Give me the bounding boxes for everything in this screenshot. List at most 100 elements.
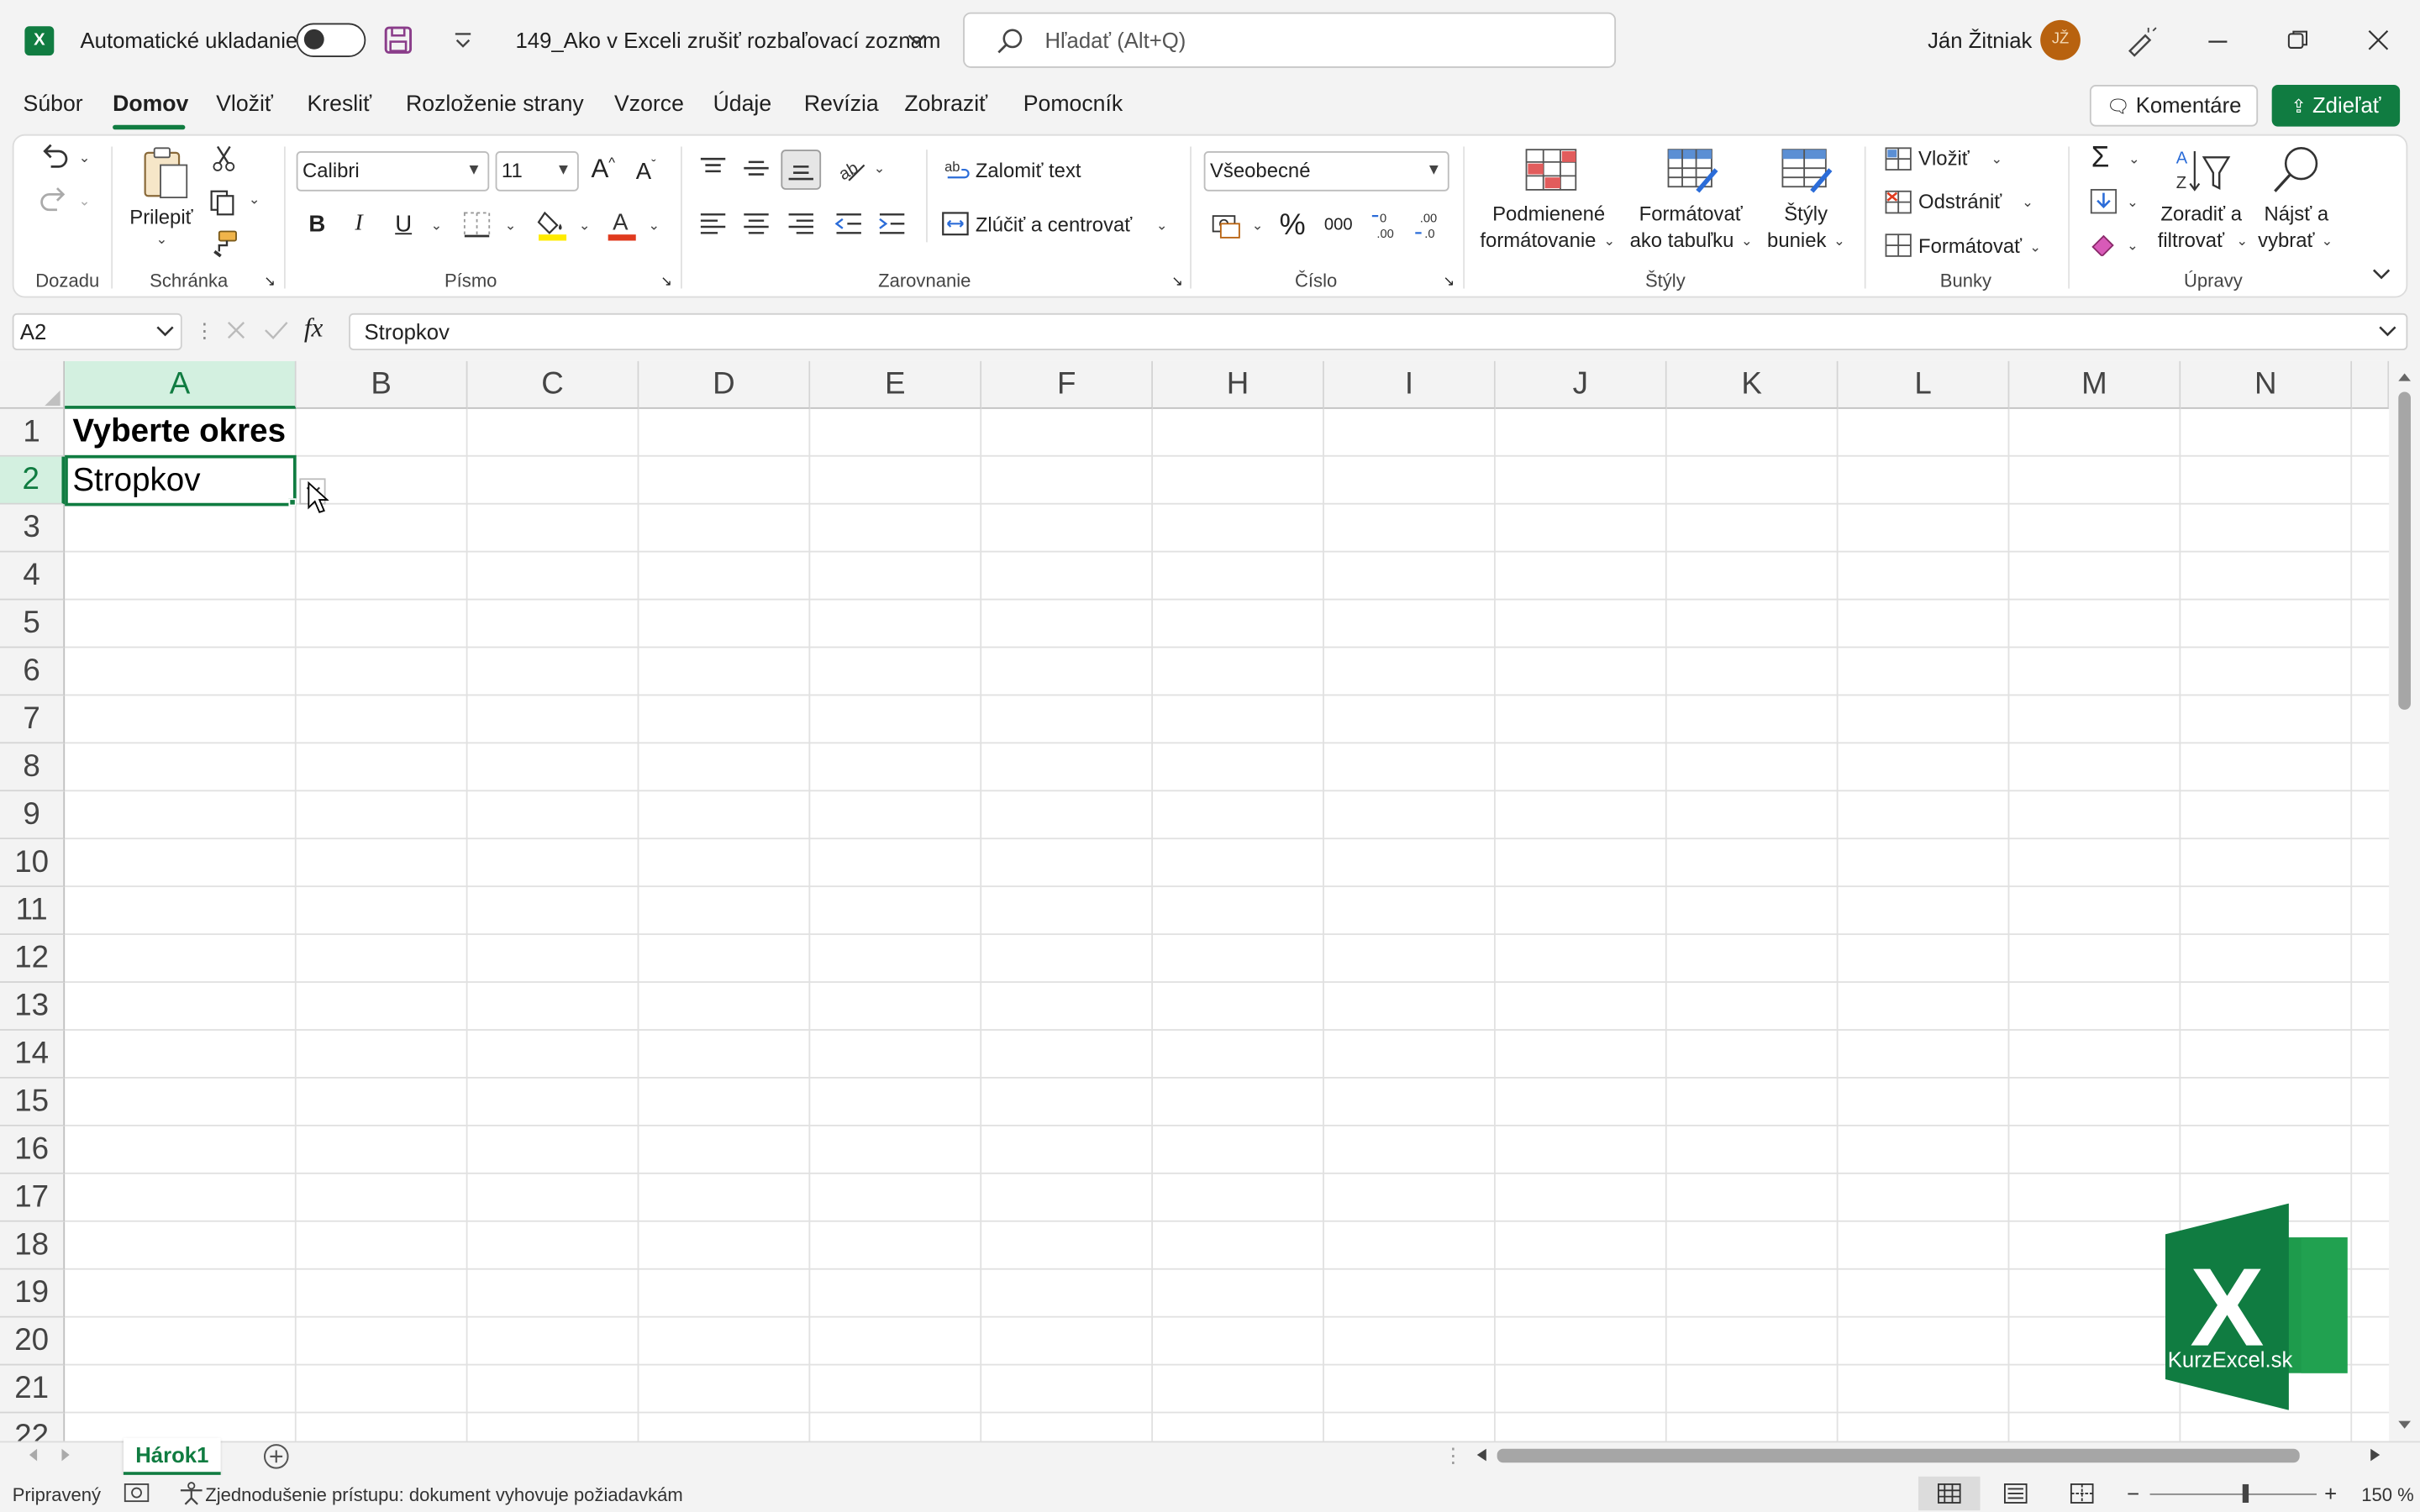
underline-button[interactable]: U bbox=[395, 212, 412, 238]
cut-icon[interactable] bbox=[212, 145, 236, 173]
share-button[interactable]: ⇪ Zdieľať bbox=[2271, 85, 2401, 127]
undo-icon[interactable] bbox=[37, 142, 71, 173]
accessibility-icon[interactable] bbox=[177, 1481, 205, 1505]
row-header-6[interactable]: 6 bbox=[0, 648, 66, 696]
find-select-label-2[interactable]: vybrať bbox=[2258, 228, 2314, 252]
cell-styles-label-1[interactable]: Štýly bbox=[1784, 202, 1828, 226]
copy-dropdown-icon[interactable]: ⌄ bbox=[249, 192, 260, 208]
formula-input[interactable]: Stropkov bbox=[349, 312, 2408, 350]
row-header-7[interactable]: 7 bbox=[0, 696, 66, 744]
delete-cells-label[interactable]: Odstrániť bbox=[1918, 190, 2002, 213]
normal-view-button[interactable] bbox=[1918, 1476, 1981, 1511]
find-select-icon[interactable] bbox=[2270, 144, 2323, 196]
column-header-n[interactable]: N bbox=[2181, 360, 2353, 409]
column-header-k[interactable]: K bbox=[1666, 360, 1839, 409]
row-header-15[interactable]: 15 bbox=[0, 1078, 66, 1126]
row-header-16[interactable]: 16 bbox=[0, 1126, 66, 1174]
scroll-left-icon[interactable] bbox=[1474, 1447, 1489, 1462]
insert-cells-label[interactable]: Vložiť bbox=[1918, 146, 1970, 170]
insert-function-icon[interactable]: fx bbox=[304, 313, 324, 344]
splitter-dots-icon[interactable]: ⋮ bbox=[1443, 1444, 1463, 1468]
accessibility-status[interactable]: Zjednodušenie prístupu: dokument vyhovuj… bbox=[205, 1484, 683, 1506]
worksheet-grid[interactable]: A B C D E F H I J K L M N 1 2 3 4 5 6 7 … bbox=[0, 360, 2390, 1441]
decrease-font-icon[interactable]: Aˇ bbox=[636, 157, 656, 185]
tab-page-layout[interactable]: Rozloženie strany bbox=[406, 92, 584, 117]
autosum-icon[interactable]: Σ bbox=[2091, 142, 2110, 176]
autosave-toggle[interactable] bbox=[296, 23, 366, 57]
tab-help[interactable]: Pomocník bbox=[1023, 92, 1123, 117]
chevron-down-icon[interactable] bbox=[908, 31, 926, 50]
ribbon-collapse-icon[interactable] bbox=[2372, 267, 2391, 282]
cell-styles-dropdown-icon[interactable]: ⌄ bbox=[1833, 233, 1845, 249]
underline-dropdown-icon[interactable]: ⌄ bbox=[430, 218, 442, 234]
fill-icon[interactable] bbox=[2090, 188, 2118, 214]
orientation-icon[interactable]: ab bbox=[837, 153, 868, 184]
sheet-next-icon[interactable] bbox=[59, 1447, 74, 1462]
tab-review[interactable]: Revízia bbox=[804, 92, 879, 117]
avatar[interactable]: JŽ bbox=[2040, 19, 2081, 60]
align-center-icon[interactable] bbox=[742, 212, 770, 236]
copy-icon[interactable] bbox=[208, 188, 239, 216]
clear-dropdown-icon[interactable]: ⌄ bbox=[2127, 238, 2139, 255]
redo-dropdown-icon[interactable]: ⌄ bbox=[79, 193, 91, 210]
row-header-18[interactable]: 18 bbox=[0, 1221, 66, 1270]
font-name-combo[interactable]: Calibri ▼ bbox=[296, 150, 490, 192]
font-color-dropdown-icon[interactable]: ⌄ bbox=[648, 218, 660, 234]
find-select-label-1[interactable]: Nájsť a bbox=[2264, 202, 2328, 226]
undo-dropdown-icon[interactable]: ⌄ bbox=[79, 150, 91, 166]
search-box[interactable]: Hľadať (Alt+Q) bbox=[963, 12, 1617, 68]
conditional-dropdown-icon[interactable]: ⌄ bbox=[1603, 233, 1615, 249]
accounting-dropdown-icon[interactable]: ⌄ bbox=[1252, 218, 1264, 234]
tab-data[interactable]: Údaje bbox=[713, 92, 772, 117]
row-header-22[interactable]: 22 bbox=[0, 1413, 66, 1441]
page-break-view-icon[interactable] bbox=[2070, 1483, 2094, 1504]
delete-dropdown-icon[interactable]: ⌄ bbox=[2022, 194, 2033, 211]
align-bottom-button[interactable] bbox=[781, 150, 822, 190]
sort-filter-label-2[interactable]: filtrovať bbox=[2158, 228, 2224, 252]
format-painter-icon[interactable] bbox=[210, 230, 238, 258]
autosum-dropdown-icon[interactable]: ⌄ bbox=[2128, 151, 2140, 168]
scroll-down-icon[interactable] bbox=[2396, 1420, 2412, 1432]
increase-indent-icon[interactable] bbox=[878, 212, 906, 236]
minimize-icon[interactable] bbox=[2207, 31, 2229, 53]
conditional-formatting-label-2[interactable]: formátovanie bbox=[1480, 228, 1596, 252]
sort-filter-label-1[interactable]: Zoradiť a bbox=[2160, 202, 2242, 226]
select-all-corner[interactable] bbox=[0, 360, 66, 409]
column-header-l[interactable]: L bbox=[1838, 360, 2010, 409]
row-header-11[interactable]: 11 bbox=[0, 887, 66, 936]
cell-a1[interactable]: Vyberte okres bbox=[72, 413, 286, 450]
horizontal-scroll-thumb[interactable] bbox=[1497, 1448, 2300, 1463]
font-size-combo[interactable]: 11 ▼ bbox=[495, 150, 579, 192]
conditional-formatting-label-1[interactable]: Podmienené bbox=[1492, 202, 1605, 226]
row-header-10[interactable]: 10 bbox=[0, 839, 66, 888]
font-launcher-icon[interactable]: ↘ bbox=[660, 273, 672, 290]
fill-dropdown-icon[interactable]: ⌄ bbox=[2127, 194, 2139, 211]
number-format-combo[interactable]: Všeobecné ▼ bbox=[1203, 150, 1449, 192]
scroll-right-icon[interactable] bbox=[2368, 1447, 2383, 1462]
row-header-2[interactable]: 2 bbox=[0, 456, 66, 505]
scroll-up-icon[interactable] bbox=[2396, 370, 2412, 383]
cancel-formula-icon[interactable] bbox=[225, 319, 247, 341]
row-header-1[interactable]: 1 bbox=[0, 408, 66, 457]
font-color-icon[interactable]: A bbox=[607, 207, 638, 241]
zoom-slider-thumb[interactable] bbox=[2242, 1483, 2249, 1503]
format-as-table-label-1[interactable]: Formátovať bbox=[1639, 202, 1743, 226]
save-icon[interactable] bbox=[383, 24, 414, 55]
vertical-scroll-thumb[interactable] bbox=[2398, 391, 2411, 710]
column-header-e[interactable]: E bbox=[810, 360, 982, 409]
document-title[interactable]: 149_Ako v Exceli zrušiť rozbaľovací zozn… bbox=[515, 28, 940, 52]
wrap-text-label[interactable]: Zalomiť text bbox=[976, 159, 1081, 182]
comments-button[interactable]: 🗨 Komentáre bbox=[2089, 85, 2259, 127]
tab-file[interactable]: Súbor bbox=[24, 92, 83, 117]
name-box[interactable]: A2 bbox=[12, 312, 182, 350]
merge-center-icon[interactable] bbox=[941, 212, 969, 236]
zoom-in-button[interactable]: + bbox=[2324, 1481, 2337, 1505]
tab-formulas[interactable]: Vzorce bbox=[614, 92, 684, 117]
tab-home[interactable]: Domov bbox=[113, 92, 188, 117]
column-header-partial[interactable] bbox=[2352, 360, 2390, 409]
merge-center-label[interactable]: Zlúčiť a centrovať bbox=[976, 213, 1132, 236]
row-header-9[interactable]: 9 bbox=[0, 791, 66, 840]
accounting-format-icon[interactable] bbox=[1212, 212, 1243, 239]
column-header-j[interactable]: J bbox=[1495, 360, 1667, 409]
sheet-prev-icon[interactable] bbox=[24, 1447, 39, 1462]
